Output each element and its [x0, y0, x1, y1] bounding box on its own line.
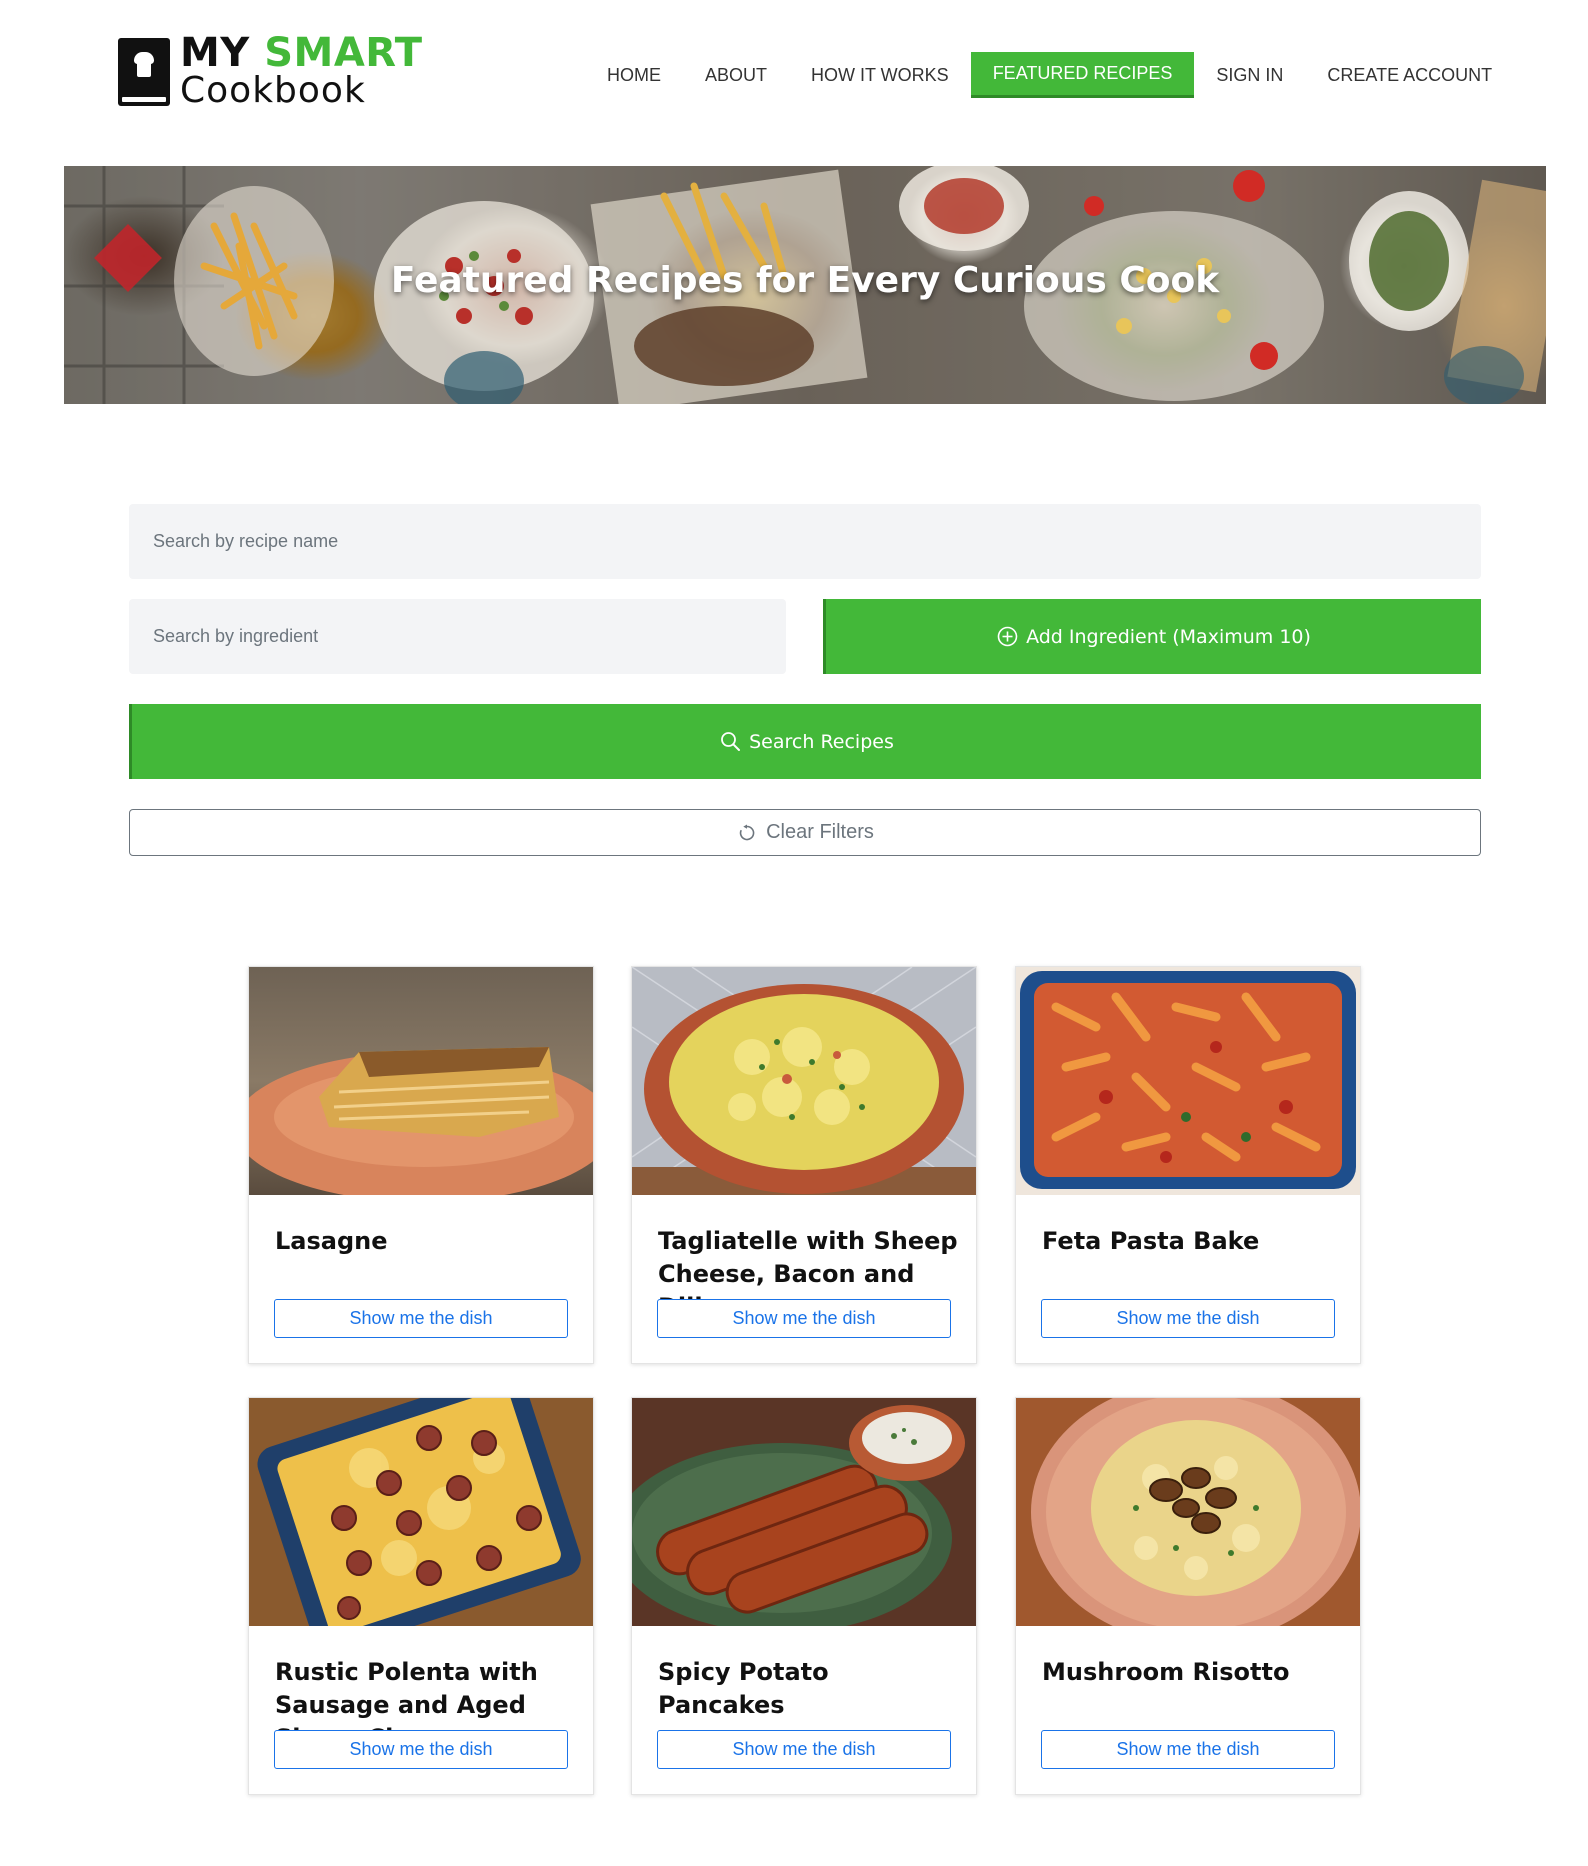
- nav-featured-recipes[interactable]: FEATURED RECIPES: [970, 52, 1195, 98]
- show-dish-button[interactable]: Show me the dish: [274, 1299, 568, 1338]
- search-icon: [719, 731, 741, 753]
- recipe-card-rustic-polenta: Rustic Polenta with Sausage and Aged She…: [248, 1397, 594, 1795]
- cookbook-icon: [118, 38, 170, 106]
- recipe-card-feta-pasta-bake: Feta Pasta Bake Show me the dish: [1015, 966, 1361, 1364]
- recipe-image-lasagne[interactable]: [249, 967, 593, 1195]
- site-logo[interactable]: MY SMART Cookbook: [118, 30, 422, 111]
- recipe-title: Feta Pasta Bake: [1042, 1227, 1260, 1255]
- recipe-title: Mushroom Risotto: [1042, 1658, 1290, 1686]
- recipe-title: Spicy Potato Pancakes: [658, 1658, 829, 1719]
- hero-banner: Featured Recipes for Every Curious Cook: [64, 166, 1546, 404]
- recipe-card-lasagne: Lasagne Show me the dish: [248, 966, 594, 1364]
- show-dish-button[interactable]: Show me the dish: [657, 1730, 951, 1769]
- recipe-card-spicy-potato-pancakes: Spicy Potato Pancakes Show me the dish: [631, 1397, 977, 1795]
- reset-icon: [736, 822, 758, 844]
- show-dish-button[interactable]: Show me the dish: [1041, 1730, 1335, 1769]
- add-ingredient-button[interactable]: Add Ingredient (Maximum 10): [823, 599, 1481, 674]
- nav-about[interactable]: ABOUT: [683, 52, 789, 98]
- site-header: MY SMART Cookbook HOME ABOUT HOW IT WORK…: [0, 0, 1588, 160]
- recipe-name-search-input[interactable]: [129, 504, 1481, 579]
- nav-how-it-works[interactable]: HOW IT WORKS: [789, 52, 971, 98]
- nav-sign-in[interactable]: SIGN IN: [1194, 52, 1305, 98]
- add-ingredient-label: Add Ingredient (Maximum 10): [1026, 625, 1311, 648]
- page-title: Featured Recipes for Every Curious Cook: [390, 260, 1220, 301]
- chef-hat-icon: [134, 52, 154, 78]
- recipe-image-tagliatelle[interactable]: [632, 967, 976, 1195]
- recipe-image-mushroom-risotto[interactable]: [1016, 1398, 1360, 1626]
- plus-circle-icon: [996, 626, 1018, 648]
- nav-create-account[interactable]: CREATE ACCOUNT: [1305, 52, 1514, 98]
- search-recipes-label: Search Recipes: [749, 730, 894, 753]
- recipe-image-feta-pasta-bake[interactable]: [1016, 967, 1360, 1195]
- main-nav: HOME ABOUT HOW IT WORKS FEATURED RECIPES…: [585, 52, 1514, 98]
- show-dish-button[interactable]: Show me the dish: [1041, 1299, 1335, 1338]
- recipe-card-mushroom-risotto: Mushroom Risotto Show me the dish: [1015, 1397, 1361, 1795]
- recipe-image-rustic-polenta[interactable]: [249, 1398, 593, 1626]
- ingredient-search-input[interactable]: [129, 599, 786, 674]
- nav-home[interactable]: HOME: [585, 52, 683, 98]
- search-recipes-button[interactable]: Search Recipes: [129, 704, 1481, 779]
- clear-filters-label: Clear Filters: [766, 821, 874, 843]
- recipe-card-tagliatelle: Tagliatelle with Sheep Cheese, Bacon and…: [631, 966, 977, 1364]
- clear-filters-button[interactable]: Clear Filters: [129, 809, 1481, 856]
- recipe-title: Lasagne: [275, 1227, 388, 1255]
- show-dish-button[interactable]: Show me the dish: [274, 1730, 568, 1769]
- recipe-image-spicy-potato-pancakes[interactable]: [632, 1398, 976, 1626]
- show-dish-button[interactable]: Show me the dish: [657, 1299, 951, 1338]
- logo-word-cookbook: Cookbook: [180, 70, 366, 111]
